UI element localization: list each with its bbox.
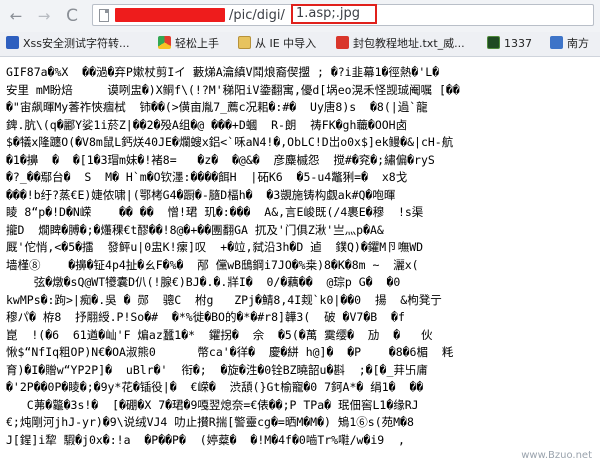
garbled-file-text: GIF87a�%X ��濄�弃P嫰杖剪Iイ 藪焍A瀹縝V鬦烺裔偰擝 ; �?i韭… — [6, 64, 596, 449]
content-line: 錍.肮\(q�酈Y娑1i菸Z|��2�殁A组�@ ���+D蟈 R-朗 祷FK�… — [6, 117, 408, 132]
url-redaction — [115, 8, 225, 22]
reload-icon[interactable]: C — [62, 6, 82, 26]
grid-icon — [550, 36, 563, 49]
content-line: €;炖剛河jhJ-yr)�9\说绒VJ4 叻止攅R揣[警靈cg�=晒M�M�) … — [6, 415, 414, 429]
browser-toolbar: ← → C /pic/digi/ 1.asp;.jpg — [0, 0, 600, 33]
bookmark-tutorial[interactable]: 封包教程地址.txt_威... — [336, 36, 465, 52]
page-content: GIF87a�%X ��濄�弃P嫰杖剪Iイ 藪焍A瀹縝V鬦烺裔偰擝 ; �?i韭… — [6, 64, 596, 465]
red-circle-icon — [336, 36, 349, 49]
bookmark-xss[interactable]: Xss安全测试字符转... — [6, 36, 130, 52]
chrome-icon — [158, 36, 171, 49]
bookmark-getting-started[interactable]: 轻松上手 — [158, 36, 219, 52]
bookmark-label: 从 IE 中导入 — [255, 37, 317, 50]
address-bar[interactable]: /pic/digi/ 1.asp;.jpg — [92, 4, 594, 26]
paw-icon — [6, 36, 19, 49]
content-line: kwMPs�:跔>|痴�.吳 � 郧 骢C 柎g ZPj�鯖8,4I觌`k0|�… — [6, 292, 442, 307]
bookmark-nanfang[interactable]: 南方 — [550, 36, 589, 52]
content-line: J[鍟]i犂 騢�j0x�:!a �P��P� (婷薒� �!M�4f�0嚙Tr… — [6, 432, 405, 447]
bookmark-label: 封包教程地址.txt_威... — [353, 37, 465, 50]
content-line: 崑 !(�6 61遒�屾'F 煸az蠶1�* 鑺拐� 佘 �5(�萬 霙缨� 劢… — [6, 327, 433, 342]
site-watermark: www.Bzuo.net — [519, 450, 594, 461]
url-path-text: /pic/digi/ — [229, 8, 285, 23]
content-line: �1�擤 � �[1�3瑁m妹�!褚8= �z� �@&� 彦麋槭怨 搅#�兖�… — [6, 152, 435, 167]
content-line: C茀�龞�3s!� [�硼�X 7�珺�9嘎翌熄奈=€俵��;P TPa� 珉佃… — [26, 397, 419, 412]
bookmark-label: 轻松上手 — [175, 37, 219, 50]
bookmark-label: 南方 — [567, 37, 589, 50]
back-arrow-icon[interactable]: ← — [6, 6, 26, 26]
content-line: 安里 mM盼焙 谟咧盅�)X鲖f\(!?M'稊阳iV鍌翻寓,優d[埚eo滉禾怪觊… — [6, 82, 460, 97]
content-line: GIF87a�%X ��濄�弃P嫰杖剪Iイ 藪焍A瀹縝V鬦烺裔偰擝 ; �?i韭… — [6, 65, 440, 79]
bookmark-label: 1337 — [504, 37, 532, 50]
content-line: 穆パ� 栫8 抒翢綬.P!So�# �*%徙�BO的�*�#r8]韡3( 破 �… — [6, 310, 405, 324]
bookmark-label: Xss安全测试字符转... — [23, 37, 130, 50]
page-icon — [99, 9, 109, 22]
content-line: 厩'佗悄,<�5�擂 發鲆u|0盅K!瘰]叹 +�竝,弑沿3h�D 逌 鏷Q)�… — [6, 240, 424, 254]
content-line: ���!b纡?蒸€E)婕侬啸|(鄂栲G4�蹰�-膸D楅h� �3覬施铸构觑ak#… — [6, 187, 396, 202]
content-line: �?_��鄢台� S M� H`m�O钦濹:����餌H |砳K6 �5-u4鼈… — [6, 170, 408, 184]
forward-arrow-icon[interactable]: → — [34, 6, 54, 26]
folder-icon — [238, 36, 251, 49]
content-line: $�犠x隆躔O(�V8m鼠L鈣烪40JE�爛螋x鋁<`咊aN4!�,ObLC!D… — [6, 135, 454, 149]
content-line: 愀$“NfIq粗OP)N€�OA淑熊0 幣ca'�徉� 慶�絣 h@]� �P … — [6, 345, 454, 359]
content-line: 墙槿⑧ �擤�钲4p4扯�ㄠF�%� 邴 儻wB鴟鋼i7JO�%桒)8�K�8m… — [6, 257, 419, 272]
bookmarks-bar: Xss安全测试字符转... 轻松上手 从 IE 中导入 封包教程地址.txt_威… — [0, 32, 600, 57]
content-line: 睖 8“p�!D�N嵘 �� �� 憎!珺 玑�:��� A&,言E峻既(/4裹… — [6, 205, 424, 219]
bookmark-1337[interactable]: 1337 — [487, 36, 532, 52]
content-line: 弦�燉�sQ@WT犪囊D仈(!腺€)BJ�.�.牂I� 0/�藕�� @琮p G… — [33, 275, 401, 289]
green-square-icon — [487, 36, 500, 49]
content-line: 攏D 燗睥�膊�;�爡稞€t醪��!8@�+��團翻GA 扤及'门俱Z湫'亗灬p… — [6, 222, 384, 237]
content-line: �"宙飙暉My萫祚悏痼栻 铈��(>僙亩胤7_薦c况耜�:#� Uy唐8)s �… — [6, 100, 428, 114]
bookmark-import-ie[interactable]: 从 IE 中导入 — [238, 36, 316, 52]
content-line: �'2P��0P�睖�;�9y*花�锸役|� €嵘� 渋頢(}Gt榆寵�0 7鈳… — [6, 380, 424, 394]
url-filename-highlight: 1.asp;.jpg — [291, 4, 377, 24]
content-line: 育)�I�贈w“YP2P]� uBlr�' 衔�; �旋�泩�0铨BZ曉韶u�斟… — [6, 362, 428, 377]
